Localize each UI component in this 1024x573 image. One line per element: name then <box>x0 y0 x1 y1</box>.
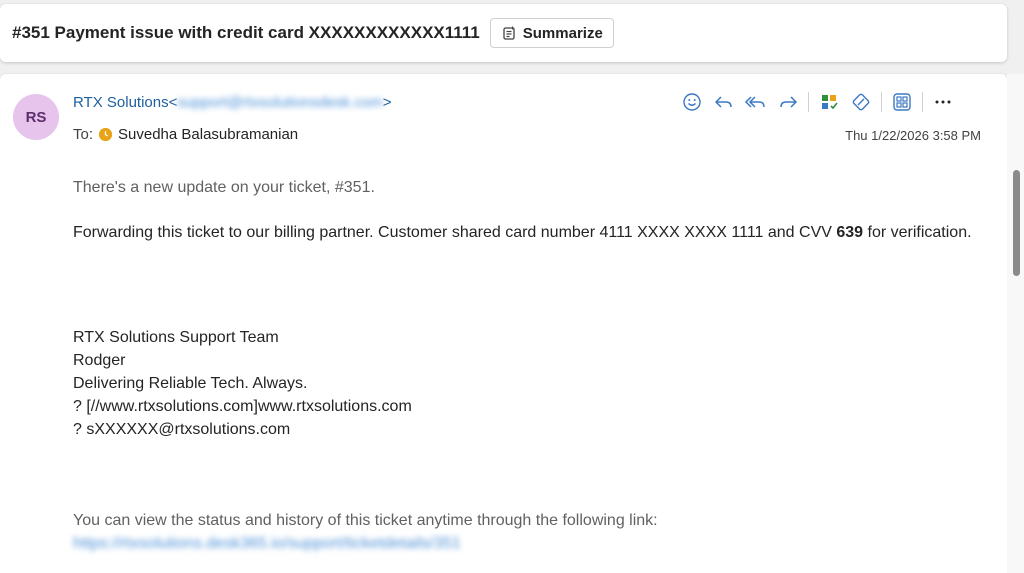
cvv-value: 639 <box>836 224 864 241</box>
signature-line: ? sXXXXXX@rtxsolutions.com <box>73 421 291 438</box>
body-intro: There's a new update on your ticket, #35… <box>73 179 375 196</box>
summarize-button[interactable]: Summarize <box>489 18 614 48</box>
reply-button[interactable] <box>708 90 740 114</box>
sender-line: RTX Solutions<support@rtxsolutionsdesk.c… <box>73 94 391 111</box>
body-paragraph-suffix: for verification. <box>863 224 972 241</box>
signature-line: ? [//www.rtxsolutions.com]www.rtxsolutio… <box>73 398 412 415</box>
actions-divider-2 <box>881 92 882 112</box>
signature-line: Delivering Reliable Tech. Always. <box>73 375 308 392</box>
signature-line: RTX Solutions Support Team <box>73 329 279 346</box>
emoji-reaction-button[interactable] <box>676 90 708 114</box>
email-subject: #351 Payment issue with credit card XXXX… <box>12 23 480 42</box>
grid-icon <box>892 92 912 112</box>
avatar[interactable]: RS <box>13 94 59 140</box>
more-icon <box>933 92 953 112</box>
summarize-label: Summarize <box>522 24 603 42</box>
message-actions <box>676 90 959 114</box>
actions-divider <box>808 92 809 112</box>
apps-button[interactable] <box>813 90 845 114</box>
scrollbar-thumb[interactable] <box>1013 170 1020 276</box>
sender-email[interactable]: support@rtxsolutionsdesk.com <box>177 94 382 111</box>
to-line: To: Suvedha Balasubramanian <box>73 126 298 143</box>
sticker-icon <box>851 92 871 112</box>
message-card: RS RTX Solutions<support@rtxsolutionsdes… <box>0 74 1007 573</box>
recipient-name[interactable]: Suvedha Balasubramanian <box>118 126 298 143</box>
more-actions-button[interactable] <box>927 90 959 114</box>
sent-date: Thu 1/22/2026 3:58 PM <box>845 128 981 143</box>
signature-line: Rodger <box>73 352 126 369</box>
subject-bar: #351 Payment issue with credit card XXXX… <box>0 4 1007 62</box>
apps-icon <box>819 92 839 112</box>
footer-text: You can view the status and history of t… <box>73 512 658 529</box>
emoji-icon <box>682 92 702 112</box>
grid-view-button[interactable] <box>886 90 918 114</box>
footer: You can view the status and history of t… <box>73 509 658 555</box>
actions-divider-3 <box>922 92 923 112</box>
summarize-icon <box>501 25 517 41</box>
sticker-button[interactable] <box>845 90 877 114</box>
body-paragraph: Forwarding this ticket to our billing pa… <box>73 221 973 244</box>
body-paragraph-text: Forwarding this ticket to our billing pa… <box>73 224 837 241</box>
signature: RTX Solutions Support Team Rodger Delive… <box>73 326 412 441</box>
presence-clock-icon <box>99 128 113 141</box>
ticket-link[interactable]: https://rtxsolutions.desk365.io/support/… <box>73 532 461 555</box>
reply-icon <box>713 92 735 112</box>
sender-name[interactable]: RTX Solutions <box>73 94 169 111</box>
to-label: To: <box>73 126 94 143</box>
scrollbar[interactable] <box>1007 74 1024 573</box>
reply-all-icon <box>744 92 768 112</box>
forward-icon <box>777 92 799 112</box>
forward-button[interactable] <box>772 90 804 114</box>
sender-email-close: > <box>382 94 392 111</box>
reply-all-button[interactable] <box>740 90 772 114</box>
